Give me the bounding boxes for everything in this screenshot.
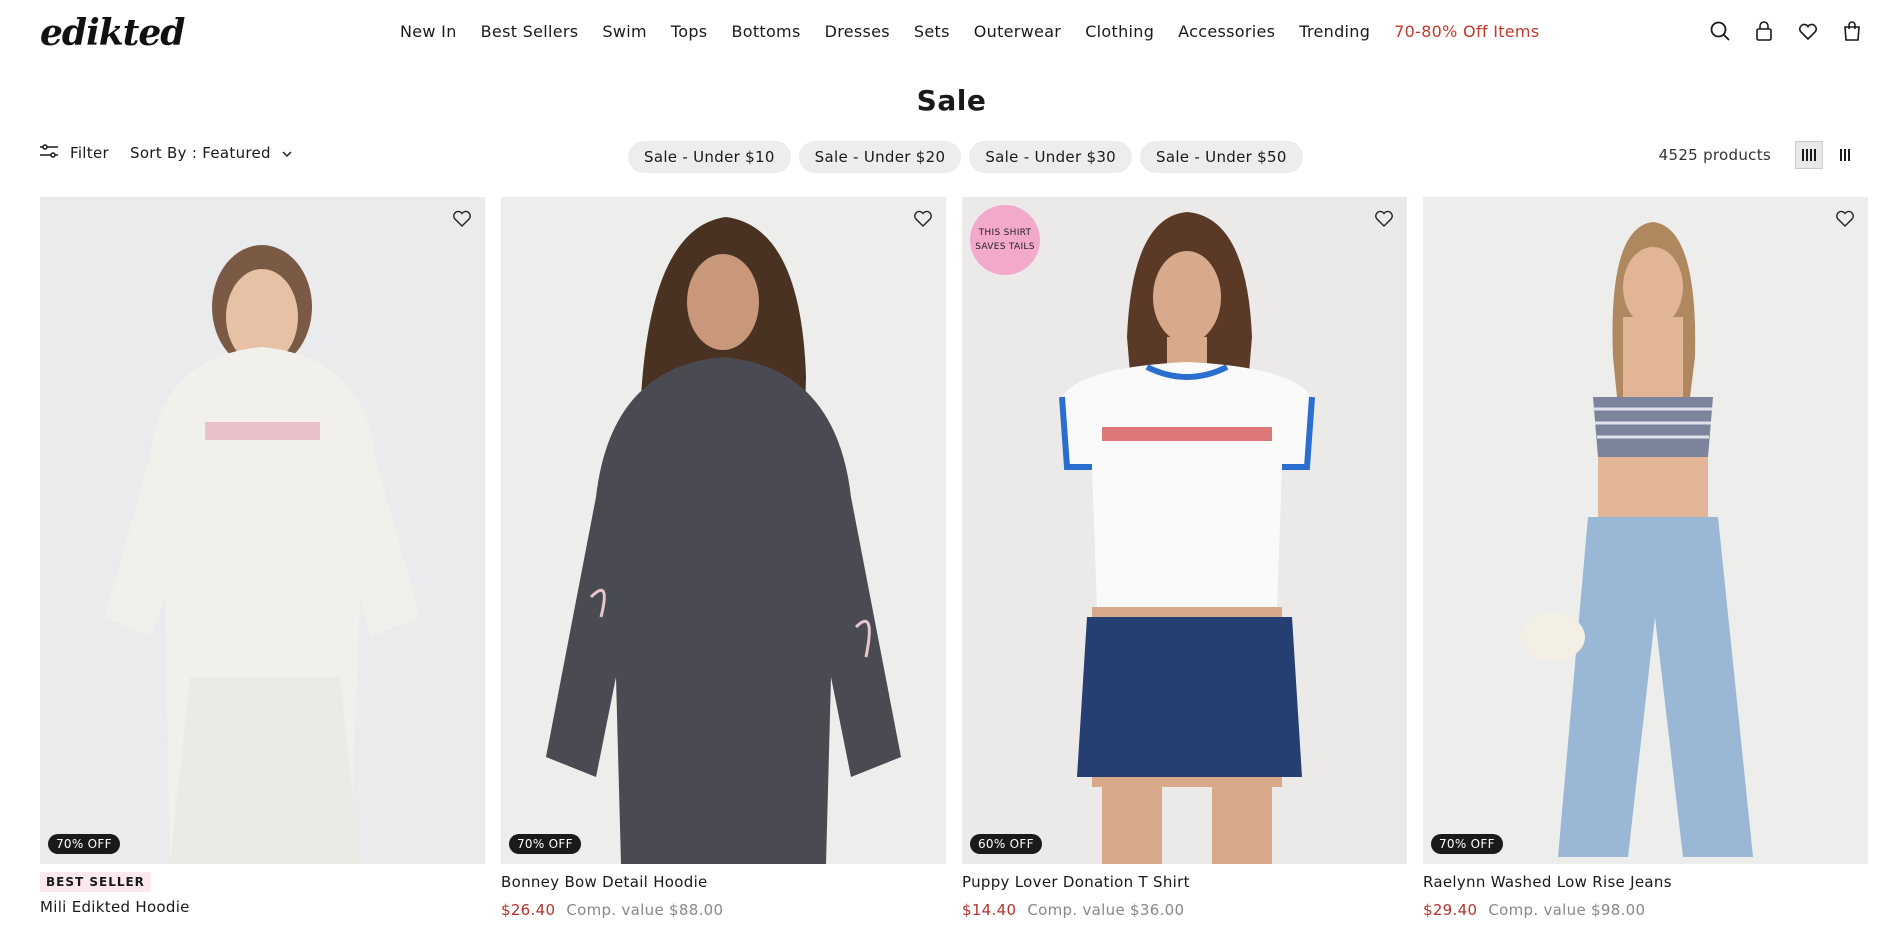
filter-icon bbox=[40, 144, 58, 162]
product-photo-hoodie-white bbox=[105, 245, 420, 864]
product-card: 70% OFF BEST SELLER Mili Edikted Hoodie bbox=[40, 197, 485, 919]
pill-under-10[interactable]: Sale - Under $10 bbox=[628, 141, 791, 173]
nav-item-tops[interactable]: Tops bbox=[671, 22, 708, 41]
product-grid: 70% OFF BEST SELLER Mili Edikted Hoodie … bbox=[40, 197, 1868, 919]
filter-button[interactable]: Filter bbox=[40, 144, 109, 162]
product-card: THIS SHIRT SAVES TAILS 60% OFF Puppy Lov… bbox=[962, 197, 1407, 919]
wishlist-heart-icon[interactable] bbox=[1834, 207, 1856, 229]
product-card: 70% OFF Bonney Bow Detail Hoodie $26.40 … bbox=[501, 197, 946, 919]
header-icons bbox=[1709, 20, 1863, 42]
collection-toolbar: Filter Sort By : Featured Sale - Under $… bbox=[40, 140, 1863, 176]
sort-label: Sort By : Featured bbox=[130, 144, 271, 162]
wishlist-heart-icon[interactable] bbox=[451, 207, 473, 229]
page-title: Sale bbox=[916, 84, 987, 117]
product-image[interactable]: 70% OFF bbox=[501, 197, 946, 864]
product-name[interactable]: Bonney Bow Detail Hoodie bbox=[501, 873, 946, 891]
sale-price: $26.40 bbox=[501, 901, 556, 919]
product-image[interactable]: THIS SHIRT SAVES TAILS 60% OFF bbox=[962, 197, 1407, 864]
pill-under-30[interactable]: Sale - Under $30 bbox=[969, 141, 1133, 173]
comp-value: Comp. value $98.00 bbox=[1488, 901, 1646, 919]
comp-value: Comp. value $88.00 bbox=[566, 901, 724, 919]
product-photo-tshirt-skirt bbox=[1059, 212, 1315, 864]
pill-under-20[interactable]: Sale - Under $20 bbox=[798, 141, 962, 173]
nav-item-sale-items[interactable]: 70-80% Off Items bbox=[1394, 22, 1539, 41]
nav-item-accessories[interactable]: Accessories bbox=[1178, 22, 1275, 41]
main-nav: New In Best Sellers Swim Tops Bottoms Dr… bbox=[400, 22, 1563, 41]
product-photo-hoodie-charcoal bbox=[546, 217, 901, 864]
discount-badge: 60% OFF bbox=[970, 834, 1042, 854]
product-photo-jeans-tube-top bbox=[1521, 222, 1753, 857]
product-image[interactable]: 70% OFF bbox=[40, 197, 485, 864]
nav-item-outerwear[interactable]: Outerwear bbox=[974, 22, 1061, 41]
discount-badge: 70% OFF bbox=[1431, 834, 1503, 854]
product-name[interactable]: Puppy Lover Donation T Shirt bbox=[962, 873, 1407, 891]
filter-label: Filter bbox=[70, 144, 109, 162]
brand-logo[interactable]: edikted bbox=[40, 12, 185, 54]
nav-item-trending[interactable]: Trending bbox=[1299, 22, 1370, 41]
product-price: $29.40 Comp. value $98.00 bbox=[1423, 901, 1868, 919]
bag-icon[interactable] bbox=[1841, 20, 1863, 42]
quick-filter-pills: Sale - Under $10 Sale - Under $20 Sale -… bbox=[628, 141, 1303, 173]
discount-badge: 70% OFF bbox=[509, 834, 581, 854]
account-icon[interactable] bbox=[1753, 20, 1775, 42]
nav-item-clothing[interactable]: Clothing bbox=[1085, 22, 1154, 41]
search-icon[interactable] bbox=[1709, 20, 1731, 42]
product-price: $26.40 Comp. value $88.00 bbox=[501, 901, 946, 919]
grid-view-toggle bbox=[1795, 141, 1859, 169]
sale-price: $14.40 bbox=[962, 901, 1017, 919]
nav-item-best-sellers[interactable]: Best Sellers bbox=[481, 22, 579, 41]
nav-item-bottoms[interactable]: Bottoms bbox=[731, 22, 800, 41]
product-name[interactable]: Raelynn Washed Low Rise Jeans bbox=[1423, 873, 1868, 891]
heart-icon[interactable] bbox=[1797, 20, 1819, 42]
site-header: edikted New In Best Sellers Swim Tops Bo… bbox=[0, 0, 1903, 64]
product-card: 70% OFF Raelynn Washed Low Rise Jeans $2… bbox=[1423, 197, 1868, 919]
pill-under-50[interactable]: Sale - Under $50 bbox=[1140, 141, 1303, 173]
product-count: 4525 products bbox=[1658, 146, 1771, 164]
four-column-view-button[interactable] bbox=[1795, 141, 1823, 169]
three-column-view-button[interactable] bbox=[1831, 141, 1859, 169]
product-price: $14.40 Comp. value $36.00 bbox=[962, 901, 1407, 919]
comp-value: Comp. value $36.00 bbox=[1027, 901, 1185, 919]
wishlist-heart-icon[interactable] bbox=[1373, 207, 1395, 229]
nav-item-new-in[interactable]: New In bbox=[400, 22, 457, 41]
donation-badge: THIS SHIRT SAVES TAILS bbox=[970, 205, 1040, 275]
chevron-down-icon bbox=[281, 144, 293, 162]
sort-dropdown[interactable]: Sort By : Featured bbox=[130, 144, 293, 162]
product-image[interactable]: 70% OFF bbox=[1423, 197, 1868, 864]
wishlist-heart-icon[interactable] bbox=[912, 207, 934, 229]
nav-item-swim[interactable]: Swim bbox=[602, 22, 646, 41]
nav-item-sets[interactable]: Sets bbox=[914, 22, 950, 41]
nav-item-dresses[interactable]: Dresses bbox=[825, 22, 890, 41]
discount-badge: 70% OFF bbox=[48, 834, 120, 854]
product-name[interactable]: Mili Edikted Hoodie bbox=[40, 898, 485, 916]
best-seller-badge: BEST SELLER bbox=[40, 872, 151, 892]
sale-price: $29.40 bbox=[1423, 901, 1478, 919]
